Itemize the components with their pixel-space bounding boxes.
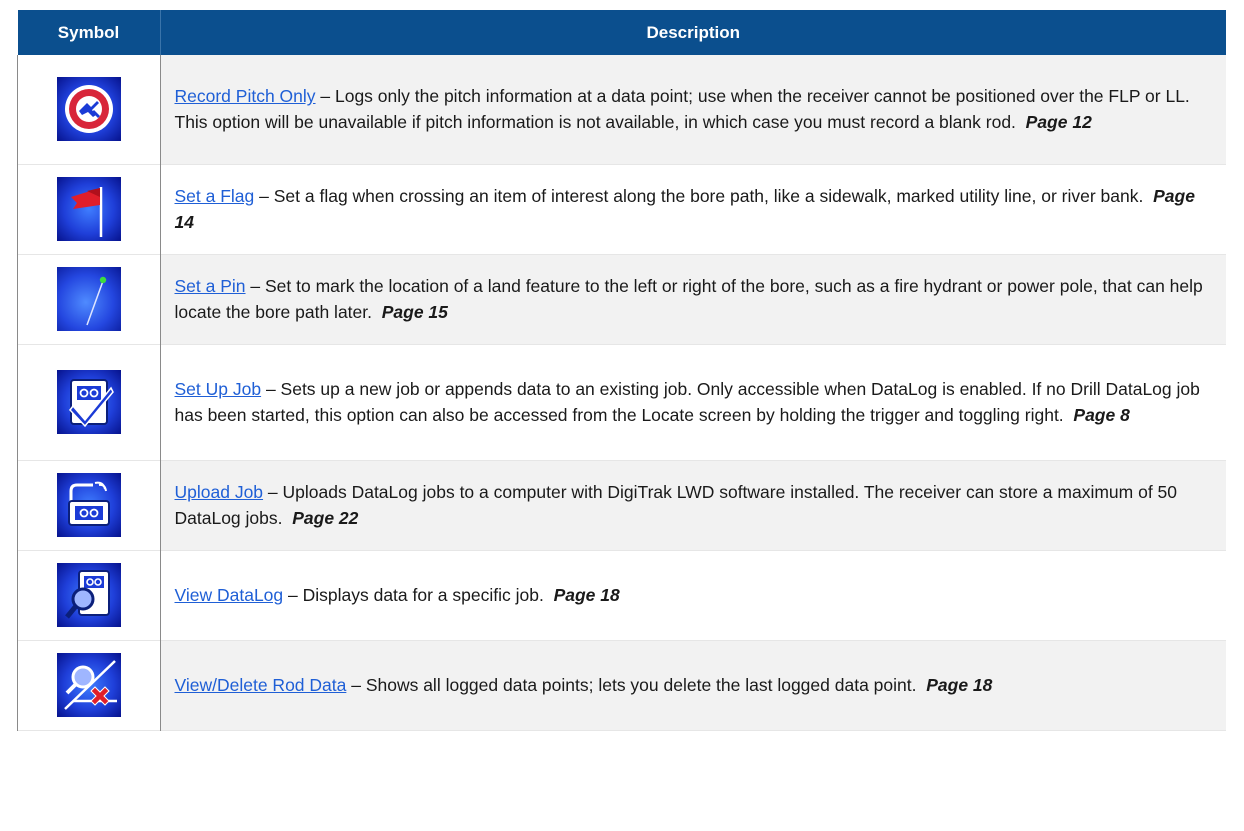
symbol-cell (17, 164, 161, 254)
pin-icon (56, 267, 121, 331)
table-row: Set Up Job – Sets up a new job or append… (17, 344, 1226, 460)
table-row: Upload Job – Uploads DataLog jobs to a c… (17, 460, 1226, 550)
record-pitch-only-link[interactable]: Record Pitch Only (175, 86, 316, 106)
description-cell: Set Up Job – Sets up a new job or append… (160, 344, 1226, 460)
page-reference: Page 12 (1025, 112, 1092, 133)
page-reference: Page 18 (553, 585, 620, 605)
description-cell: Upload Job – Uploads DataLog jobs to a c… (160, 460, 1226, 550)
header-symbol: Symbol (17, 10, 160, 55)
symbol-cell (17, 640, 161, 730)
symbol-cell (17, 344, 161, 460)
description-cell: Set a Pin – Set to mark the location of … (160, 254, 1226, 344)
set-up-job-link[interactable]: Set Up Job (175, 379, 262, 399)
description-text: – Shows all logged data points; lets you… (346, 675, 917, 695)
description-text: – Set to mark the location of a land fea… (174, 276, 1203, 322)
symbol-cell (17, 460, 161, 550)
symbol-table: Symbol Description Record Pitch Only – L… (17, 10, 1226, 731)
description-cell: Set a Flag – Set a flag when crossing an… (160, 164, 1226, 254)
description-cell: Record Pitch Only – Logs only the pitch … (160, 55, 1226, 164)
table-row: Set a Flag – Set a flag when crossing an… (17, 164, 1226, 254)
page-reference: Page 15 (381, 302, 448, 322)
upload-job-icon (56, 473, 121, 537)
view-delete-rod-icon (56, 653, 121, 717)
table-header-row: Symbol Description (17, 10, 1226, 55)
page-reference: Page 8 (1073, 405, 1130, 425)
set-a-flag-link[interactable]: Set a Flag (175, 186, 255, 206)
view-delete-rod-data-link[interactable]: View/Delete Rod Data (175, 675, 347, 695)
page-reference: Page 18 (926, 675, 993, 695)
table-row: View DataLog – Displays data for a speci… (17, 550, 1226, 640)
table-row: Set a Pin – Set to mark the location of … (17, 254, 1226, 344)
page-reference: Page 22 (292, 508, 359, 528)
description-cell: View DataLog – Displays data for a speci… (160, 550, 1226, 640)
flag-icon (56, 177, 121, 241)
table-row: View/Delete Rod Data – Shows all logged … (17, 640, 1226, 730)
view-datalog-icon (56, 563, 121, 627)
symbol-cell (17, 254, 161, 344)
upload-job-link[interactable]: Upload Job (175, 482, 264, 502)
view-datalog-link[interactable]: View DataLog (175, 585, 284, 605)
record-pitch-icon (56, 77, 121, 142)
description-text: – Set a flag when crossing an item of in… (254, 186, 1144, 206)
symbol-cell (17, 550, 161, 640)
description-cell: View/Delete Rod Data – Shows all logged … (160, 640, 1226, 730)
set-a-pin-link[interactable]: Set a Pin (175, 276, 246, 296)
table-row: Record Pitch Only – Logs only the pitch … (17, 55, 1226, 164)
header-description: Description (159, 10, 1226, 55)
symbol-cell (17, 55, 161, 164)
description-text: – Displays data for a specific job. (283, 585, 544, 605)
setup-job-icon (56, 370, 121, 434)
description-text: – Sets up a new job or appends data to a… (174, 379, 1200, 425)
